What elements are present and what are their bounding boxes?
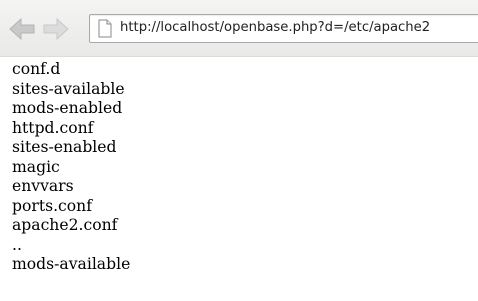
browser-toolbar: http://localhost/openbase.php?d=/etc/apa… [0,0,478,57]
directory-entry: conf.d [12,60,61,78]
directory-entry: ports.conf [12,196,92,215]
directory-entry: mods-enabled [12,99,123,117]
directory-entry: apache2.conf [12,216,118,234]
back-arrow-icon[interactable] [8,17,36,41]
directory-entry: mods-available [12,255,131,273]
directory-entry: envvars [12,177,74,195]
directory-entry: magic [12,157,60,176]
directory-entry: httpd.conf [12,118,94,137]
address-bar[interactable]: http://localhost/openbase.php?d=/etc/apa… [89,14,478,43]
directory-entry: sites-available [12,79,125,98]
page-icon [98,19,112,38]
directory-listing: conf.d sites-available mods-enabled http… [12,60,130,275]
directory-entry: sites-enabled [12,138,117,156]
forward-arrow-icon[interactable] [42,17,70,41]
address-bar-url[interactable]: http://localhost/openbase.php?d=/etc/apa… [120,20,430,36]
directory-entry: .. [12,235,22,254]
